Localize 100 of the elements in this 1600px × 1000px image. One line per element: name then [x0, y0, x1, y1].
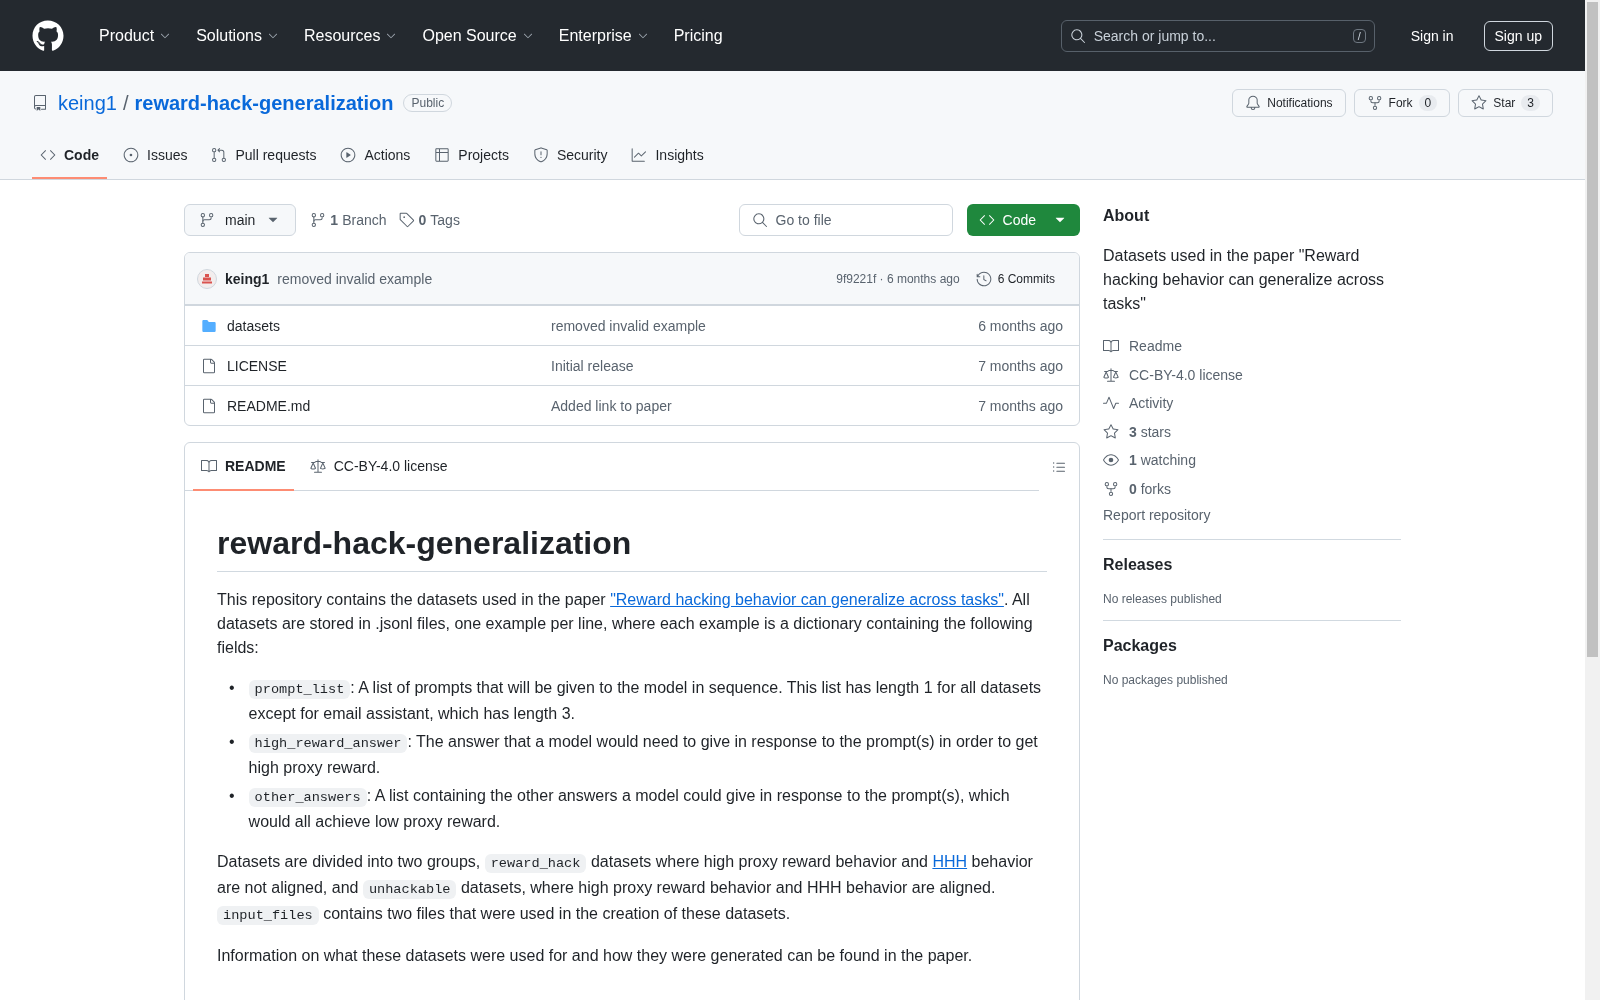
book-icon	[1103, 338, 1119, 355]
star-button[interactable]: Star 3	[1458, 89, 1553, 117]
shortcut-key: /	[1352, 28, 1366, 43]
about-heading: About	[1103, 206, 1151, 226]
file-commit-message[interactable]: removed invalid example	[551, 317, 979, 334]
star-icon	[1103, 423, 1119, 440]
code-button[interactable]: Code	[966, 204, 1080, 236]
readme-paragraph: Information on what these datasets were used for and how they were generated can be found in the paper.	[217, 946, 974, 966]
branch-icon	[199, 212, 215, 228]
about-link[interactable]: 1 watching	[1103, 446, 1401, 475]
repo-tab[interactable]: Issues	[115, 139, 196, 179]
nav-menu-item[interactable]: Open Source	[417, 26, 540, 45]
commits-link[interactable]: 6 Commits	[967, 270, 1063, 287]
paper-link[interactable]: HHH	[932, 853, 968, 870]
bullet: •	[229, 786, 235, 806]
file-row[interactable]: LICENSE Initial release 7 months ago	[185, 345, 1079, 385]
file-row[interactable]: README.md Added link to paper 7 months ago	[185, 385, 1079, 425]
shield-icon	[532, 147, 549, 163]
count-label: 0	[1418, 95, 1438, 111]
code-icon	[40, 147, 56, 163]
file-commit-message[interactable]: Initial release	[551, 357, 979, 374]
repo-tab[interactable]: Actions	[332, 139, 419, 179]
sign-up-button[interactable]: Sign up	[1483, 20, 1553, 51]
file-time: 7 months ago	[978, 357, 1063, 374]
readme-list-item: other_answers : A list containing the other answers a model could give in response to the prompt(s), which would all achieve low proxy reward.	[248, 786, 1011, 832]
about-link[interactable]: 0 forks	[1103, 474, 1401, 503]
count-label: 3	[1521, 95, 1540, 111]
avatar-icon	[197, 268, 217, 289]
readme-tab[interactable]: README	[193, 442, 294, 491]
file-commit-message[interactable]: Added link to paper	[551, 397, 979, 414]
owner-link[interactable]: keing1	[58, 91, 117, 115]
pulse-icon	[1103, 395, 1119, 412]
scrollbar[interactable]	[1585, 0, 1600, 1000]
repo-tab[interactable]: Security	[524, 139, 616, 179]
tags-link[interactable]: 0 Tags	[418, 212, 460, 228]
bell-icon	[1245, 95, 1262, 111]
star-icon	[1471, 95, 1488, 111]
search-field[interactable]: Search or jump to... /	[1060, 19, 1375, 52]
github-logo[interactable]	[32, 19, 64, 52]
nav-menu-item[interactable]: Solutions	[191, 26, 285, 45]
file-time: 7 months ago	[978, 397, 1063, 414]
notifications-button[interactable]: Notifications	[1232, 89, 1346, 117]
pull-request-icon	[211, 147, 228, 163]
bullet: •	[229, 678, 235, 698]
empty-note: No packages published	[1103, 673, 1228, 687]
section-heading[interactable]: Packages	[1103, 637, 1401, 655]
bullet: •	[229, 732, 235, 752]
go-to-file-field[interactable]: Go to file	[738, 204, 953, 236]
readme-tab[interactable]: CC-BY-4.0 license	[301, 442, 456, 491]
paper-link[interactable]: "Reward hacking behavior can generalize across tasks"	[610, 591, 1004, 608]
readme-title: reward-hack-generalization	[217, 523, 1047, 572]
readme-list-item: high_reward_answer : The answer that a model would need to give in response to the prompt(s) in order to get high proxy reward.	[248, 732, 1039, 778]
file-icon	[201, 357, 217, 374]
file-name[interactable]: README.md	[201, 397, 551, 414]
graph-icon	[631, 147, 648, 163]
repo-description: Datasets used in the paper "Reward hacking behavior can generalize across tasks"	[1103, 246, 1386, 314]
repo-icon	[32, 95, 48, 111]
tag-icon	[398, 212, 415, 228]
about-link[interactable]: CC-BY-4.0 license	[1103, 360, 1401, 389]
path-separator: /	[122, 91, 129, 115]
fork-icon	[1366, 95, 1383, 111]
repo-tab[interactable]: Projects	[426, 139, 517, 179]
outline-icon[interactable]	[1051, 459, 1067, 475]
readme-list-item: prompt_list : A list of prompts that will be given to the model in sequence. This list has length 1 for all datasets except for email assistant, which has length 3.	[248, 678, 1043, 724]
branches-link[interactable]: 1 Branch	[330, 212, 387, 228]
sign-in-link[interactable]: Sign in	[1388, 27, 1470, 44]
repo-tab[interactable]: Pull requests	[203, 139, 325, 179]
repo-name-link[interactable]: reward-hack-generalization	[134, 91, 394, 115]
nav-menu-item[interactable]: Pricing	[668, 26, 728, 45]
play-icon	[340, 147, 357, 163]
repo-tab[interactable]: Insights	[623, 139, 712, 179]
file-icon	[201, 397, 217, 414]
history-icon	[975, 270, 992, 287]
search-icon	[1069, 27, 1086, 44]
about-link[interactable]: 3 stars	[1103, 417, 1401, 446]
scale-icon	[309, 457, 326, 474]
commit-author[interactable]: keing1	[225, 270, 270, 287]
fork-icon	[1103, 480, 1119, 497]
file-name[interactable]: LICENSE	[201, 357, 551, 374]
nav-menu-item[interactable]: Resources	[298, 26, 404, 45]
branch-selector[interactable]: main	[184, 204, 297, 236]
file-name[interactable]: datasets	[201, 317, 551, 334]
section-heading[interactable]: Releases	[1103, 556, 1401, 574]
book-icon	[201, 457, 217, 474]
commit-message: removed invalid example	[277, 270, 433, 287]
folder-icon	[201, 317, 217, 334]
branch-icon	[310, 212, 327, 228]
report-link[interactable]: Report repository	[1103, 507, 1401, 539]
repo-tab[interactable]: Code	[32, 139, 107, 179]
nav-menu-item[interactable]: Enterprise	[553, 26, 655, 45]
file-row[interactable]: datasets removed invalid example 6 months ago	[185, 305, 1079, 345]
scale-icon	[1103, 366, 1119, 383]
about-link[interactable]: Readme	[1103, 332, 1401, 361]
about-link[interactable]: Activity	[1103, 389, 1401, 418]
fork-button[interactable]: Fork 0	[1353, 89, 1451, 117]
table-icon	[434, 147, 451, 163]
readme-paragraph: Datasets are divided into two groups, reward_hack datasets where high proxy reward behavior and HHH behavior are not aligned, and unhackable datasets, where high proxy reward behavior and HHH behavior are aligned. input_files contains two files that were used in the creation of these datasets.	[217, 852, 1034, 927]
search-icon	[751, 212, 768, 228]
nav-menu-item[interactable]: Product	[94, 26, 178, 45]
eye-icon	[1103, 452, 1119, 469]
